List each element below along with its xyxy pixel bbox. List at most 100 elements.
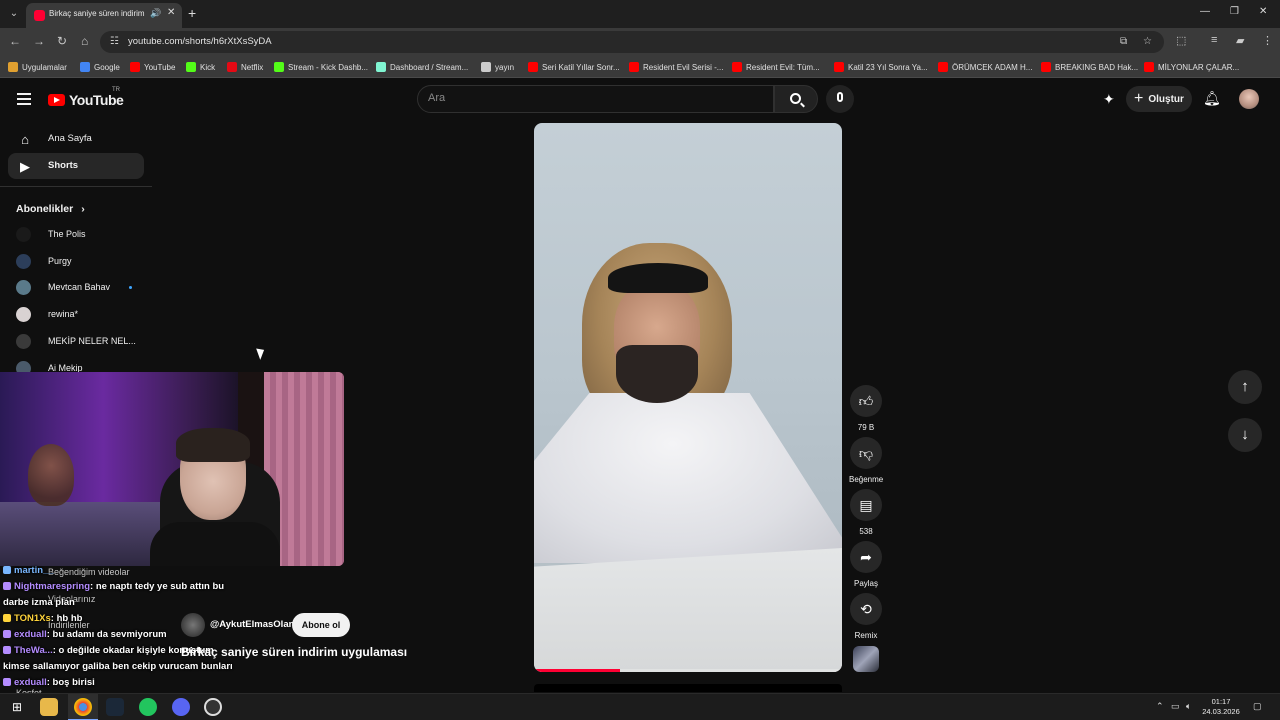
bookmark-item[interactable]: yayın	[481, 60, 514, 74]
volume-icon[interactable]: 🔈︎	[1186, 701, 1191, 712]
sound-thumbnail[interactable]	[853, 646, 879, 672]
bookmark-item[interactable]: Resident Evil: Tüm...	[732, 60, 820, 74]
remix-icon[interactable]: ⟲	[850, 593, 882, 625]
window-close-icon[interactable]: ✕	[1259, 6, 1267, 17]
notifications-bell-icon[interactable]: 🔔︎	[1203, 90, 1221, 107]
chat-text: darbe izma plan	[3, 597, 75, 608]
restore-icon[interactable]: ❐	[1230, 6, 1239, 17]
account-avatar[interactable]	[1239, 89, 1259, 109]
previous-short-arrow-icon[interactable]: ↑	[1228, 370, 1262, 404]
address-bar[interactable]: ☷ youtube.com/shorts/h6rXtXsSyDA ⧉ ☆	[100, 31, 1164, 53]
tab-search-chevron-icon[interactable]: ⌄	[6, 6, 22, 22]
bookmark-item[interactable]: MİLYONLAR ÇALAR...	[1144, 60, 1239, 74]
bookmark-item[interactable]: ÖRÜMCEK ADAM H...	[938, 60, 1032, 74]
search-button[interactable]	[774, 85, 818, 113]
install-app-icon[interactable]: ⧉	[1120, 36, 1127, 47]
bookmark-item[interactable]: YouTube	[130, 60, 175, 74]
subscription-item[interactable]: Purgy	[16, 252, 146, 272]
site-info-icon[interactable]: ☷	[110, 36, 119, 47]
chrome-icon[interactable]	[74, 698, 92, 716]
bookmark-item[interactable]: Google	[80, 60, 120, 74]
bookmark-item[interactable]: Resident Evil Serisi -...	[629, 60, 723, 74]
menu-hamburger-icon[interactable]	[17, 93, 31, 105]
subscription-item[interactable]: Mevtcan Bahav	[16, 278, 146, 298]
sidebar-divider	[0, 186, 152, 187]
bookmark-item[interactable]: BREAKING BAD Hak...	[1041, 60, 1138, 74]
youtube-header: YouTube TR ✦ + Oluştur 🔔︎	[0, 79, 1280, 119]
voice-search-button[interactable]	[826, 85, 854, 113]
comment-icon[interactable]: ▤	[850, 489, 882, 521]
discord-icon[interactable]	[172, 698, 190, 716]
subscribe-button[interactable]: Abone ol	[292, 613, 350, 637]
chat-text: : boş birisi	[46, 677, 95, 688]
youtube-icon	[1144, 62, 1154, 72]
plus-icon: +	[1134, 90, 1144, 107]
sidebar-item-shorts[interactable]: ▶ Shorts	[8, 153, 144, 179]
channel-avatar	[16, 333, 31, 349]
browser-menu-icon[interactable]: ⋮	[1262, 34, 1273, 47]
back-arrow-icon[interactable]: ←	[9, 34, 21, 48]
notification-center-icon[interactable]: ▢	[1253, 701, 1262, 712]
chat-username[interactable]: TON1Xs	[14, 613, 51, 624]
forward-arrow-icon[interactable]: →	[33, 34, 45, 48]
reload-icon[interactable]: ↻	[57, 34, 67, 48]
steam-icon[interactable]	[106, 698, 124, 716]
create-button[interactable]: + Oluştur	[1126, 86, 1192, 112]
sidebar-item-label: Ana Sayfa	[48, 133, 92, 144]
channel-avatar	[16, 280, 31, 296]
bookmark-label: Katil 23 Yıl Sonra Ya...	[848, 62, 928, 72]
bookmark-item[interactable]: Katil 23 Yıl Sonra Ya...	[834, 60, 928, 74]
next-short-arrow-icon[interactable]: ↓	[1228, 418, 1262, 452]
file-explorer-icon[interactable]	[40, 698, 58, 716]
bookmark-item[interactable]: Dashboard / Stream...	[376, 60, 468, 74]
subscription-item[interactable]: MEKİP NELER NEL...	[16, 332, 146, 352]
profile-icon[interactable]: ▰	[1236, 34, 1244, 47]
channel-avatar[interactable]	[181, 613, 205, 637]
new-tab-plus-icon[interactable]: +	[188, 5, 196, 21]
share-icon[interactable]: ➦	[850, 541, 882, 573]
chat-username[interactable]: Nightmarespring	[14, 581, 90, 592]
chat-username[interactable]: exduall	[14, 677, 47, 688]
shorts-video-player[interactable]	[534, 123, 842, 672]
sidebar-item-home[interactable]: ⌂ Ana Sayfa	[8, 126, 144, 152]
obs-icon[interactable]	[204, 698, 222, 716]
bookmark-star-icon[interactable]: ☆	[1143, 36, 1152, 47]
bookmark-item[interactable]: Uygulamalar	[8, 60, 67, 74]
subscriptions-header[interactable]: Abonelikler ›	[16, 203, 85, 215]
tray-chevron-up-icon[interactable]: ⌃	[1156, 701, 1164, 712]
bookmark-item[interactable]: Netflix	[227, 60, 263, 74]
browser-tab[interactable]: Birkaç saniye süren indirim 🔊 ✕	[26, 3, 182, 28]
speaker-icon[interactable]: 🔊	[150, 8, 161, 19]
youtube-icon	[528, 62, 538, 72]
ai-sparkle-icon[interactable]: ✦	[1103, 91, 1115, 108]
chat-username[interactable]: exduall	[14, 629, 47, 640]
chat-badge-icon	[3, 646, 11, 655]
dislike-icon[interactable]: 👎︎	[850, 437, 882, 469]
search-input[interactable]	[428, 92, 758, 104]
bookmarks-bar: Uygulamalar Google YouTube Kick Netflix Strea…	[0, 56, 1280, 78]
network-icon[interactable]: ▭	[1171, 701, 1180, 712]
like-icon[interactable]: 👍︎	[850, 385, 882, 417]
youtube-logo[interactable]: YouTube TR	[48, 87, 124, 108]
minimize-icon[interactable]: —	[1200, 6, 1210, 17]
media-controls-icon[interactable]: ≡	[1211, 34, 1217, 46]
bookmark-item[interactable]: Seri Katil Yıllar Sonr...	[528, 60, 620, 74]
subscription-item[interactable]: rewina*	[16, 305, 146, 325]
extensions-icon[interactable]: ⬚	[1176, 34, 1186, 47]
bookmark-item[interactable]: Stream - Kick Dashb...	[274, 60, 368, 74]
short-title[interactable]: Birkaç saniye süren indirim uygulaması	[181, 645, 407, 659]
channel-handle[interactable]: @AykutElmasOlan	[210, 619, 294, 630]
bookmark-label: Uygulamalar	[22, 62, 67, 72]
chat-username[interactable]: martin__	[14, 565, 54, 576]
taskbar-clock[interactable]: 01:17 24.03.2026	[1196, 697, 1246, 717]
youtube-icon	[629, 62, 639, 72]
video-progress-bar[interactable]	[534, 669, 842, 672]
subscription-item[interactable]: The Polis	[16, 225, 146, 245]
home-button-icon[interactable]: ⌂	[81, 34, 88, 48]
chat-username[interactable]: TheWa...	[14, 645, 53, 656]
kick-app-icon[interactable]	[139, 698, 157, 716]
windows-start-icon[interactable]: ⊞	[8, 698, 26, 716]
close-tab-icon[interactable]: ✕	[167, 7, 175, 18]
bookmark-item[interactable]: Kick	[186, 60, 215, 74]
bookmark-label: Resident Evil: Tüm...	[746, 62, 820, 72]
